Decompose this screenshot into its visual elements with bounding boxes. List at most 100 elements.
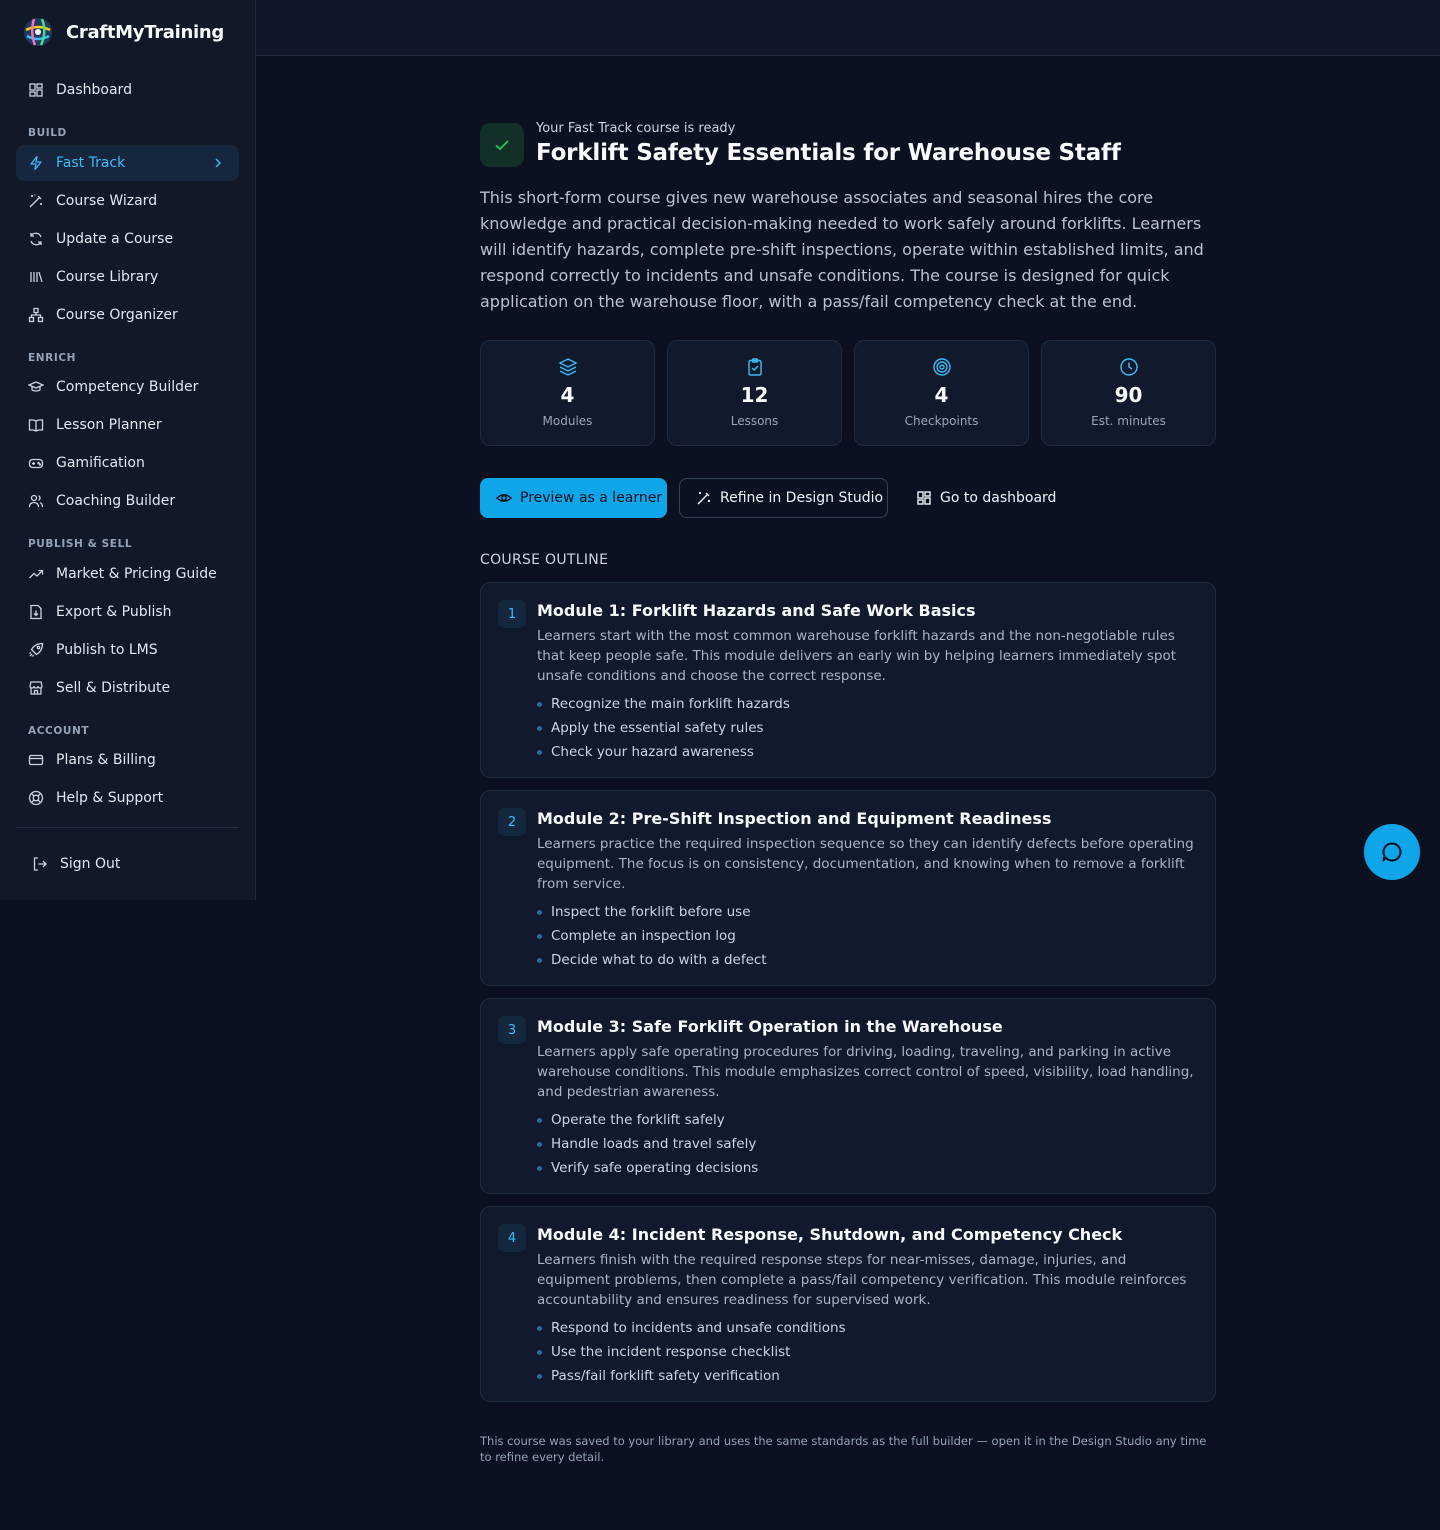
section-label-account: ACCOUNT — [28, 725, 90, 737]
sidebar-item-sell-distribute[interactable]: Sell & Distribute — [16, 670, 239, 706]
module-card[interactable]: 1 Module 1: Forklift Hazards and Safe Wo… — [480, 582, 1216, 778]
course-outline-label: COURSE OUTLINE — [480, 552, 609, 568]
log-out-icon — [32, 856, 48, 872]
stat-value: 90 — [1114, 383, 1143, 407]
magic-wand-icon — [28, 193, 44, 209]
sidebar-item-market-pricing[interactable]: Market & Pricing Guide — [16, 556, 239, 592]
lesson-item: Use the incident response checklist — [537, 1340, 846, 1364]
stat-value: 4 — [560, 383, 575, 407]
gamepad-icon — [28, 455, 44, 471]
grid-icon — [28, 82, 44, 98]
refine-design-studio-button[interactable]: Refine in Design Studio — [679, 478, 888, 518]
lesson-item: Operate the forklift safely — [537, 1108, 758, 1132]
sidebar-item-course-wizard[interactable]: Course Wizard — [16, 183, 239, 219]
sidebar-item-publish-lms[interactable]: Publish to LMS — [16, 632, 239, 668]
course-summary: This short-form course gives new warehou… — [480, 188, 1204, 311]
sidebar-item-help-support[interactable]: Help & Support — [16, 780, 239, 816]
eye-icon — [496, 494, 512, 502]
ready-subtitle: Your Fast Track course is ready — [536, 121, 736, 136]
rocket-icon — [28, 642, 44, 658]
lesson-item: Decide what to do with a defect — [537, 948, 767, 972]
sign-out-button[interactable]: Sign Out — [20, 846, 243, 882]
sidebar-item-plans-billing[interactable]: Plans & Billing — [16, 742, 239, 778]
footnote: This course was saved to your library an… — [480, 1434, 1207, 1464]
module-description: Learners apply safe operating procedures… — [537, 1044, 1194, 1100]
stat-label: Lessons — [730, 414, 779, 428]
module-card[interactable]: 3 Module 3: Safe Forklift Operation in t… — [480, 998, 1216, 1194]
sidebar-item-label: Coaching Builder — [56, 493, 176, 509]
stat-label: Modules — [542, 414, 593, 428]
stat-checkpoints: 4 Checkpoints — [854, 340, 1029, 446]
sidebar: CraftMyTraining Dashboard BUILD Fast Tra… — [0, 0, 256, 900]
sidebar-item-label: Fast Track — [56, 155, 126, 171]
sidebar-item-update-course[interactable]: Update a Course — [16, 221, 239, 257]
lesson-item: Pass/fail forklift safety verification — [537, 1364, 846, 1388]
store-icon — [28, 680, 44, 696]
module-title: Module 1: Forklift Hazards and Safe Work… — [537, 601, 976, 620]
clock-icon — [1120, 358, 1138, 376]
module-card[interactable]: 4 Module 4: Incident Response, Shutdown,… — [480, 1206, 1216, 1402]
layers-icon — [558, 358, 578, 376]
sidebar-item-label: Course Wizard — [56, 193, 158, 209]
sidebar-item-label: Course Library — [56, 269, 159, 285]
module-card[interactable]: 2 Module 2: Pre-Shift Inspection and Equ… — [480, 790, 1216, 986]
section-label-publish: PUBLISH & SELL — [28, 538, 133, 550]
module-title: Module 4: Incident Response, Shutdown, a… — [537, 1225, 1123, 1244]
sidebar-item-fast-track[interactable]: Fast Track — [16, 145, 239, 181]
sidebar-item-gamification[interactable]: Gamification — [16, 445, 239, 481]
module-title: Module 2: Pre-Shift Inspection and Equip… — [537, 809, 1052, 828]
lightning-icon — [28, 155, 44, 171]
sidebar-item-label: Publish to LMS — [56, 642, 158, 658]
module-number: 3 — [498, 1016, 526, 1044]
refresh-icon — [28, 231, 44, 247]
sidebar-item-label: Sell & Distribute — [56, 680, 171, 696]
lesson-list: Recognize the main forklift hazards Appl… — [537, 692, 790, 764]
module-description: Learners start with the most common ware… — [537, 628, 1177, 684]
preview-learner-button[interactable]: Preview as a learner — [480, 478, 667, 518]
stat-value: 4 — [934, 383, 949, 407]
module-description: Learners practice the required inspectio… — [537, 836, 1194, 892]
target-icon — [933, 358, 951, 376]
sidebar-item-label: Update a Course — [56, 231, 174, 247]
stat-minutes: 90 Est. minutes — [1041, 340, 1216, 446]
sidebar-item-export-publish[interactable]: Export & Publish — [16, 594, 239, 630]
lesson-item: Inspect the forklift before use — [537, 900, 767, 924]
sidebar-item-coaching-builder[interactable]: Coaching Builder — [16, 483, 239, 519]
sidebar-item-lesson-planner[interactable]: Lesson Planner — [16, 407, 239, 443]
section-label-build: BUILD — [28, 127, 67, 139]
book-open-icon — [28, 417, 44, 433]
sidebar-item-competency-builder[interactable]: Competency Builder — [16, 369, 239, 405]
hierarchy-icon — [28, 307, 44, 323]
trending-up-icon — [28, 566, 44, 582]
course-title: Forklift Safety Essentials for Warehouse… — [536, 140, 1121, 166]
stat-modules: 4 Modules — [480, 340, 655, 446]
top-bar — [256, 0, 1440, 56]
sidebar-item-course-library[interactable]: Course Library — [16, 259, 239, 295]
go-to-dashboard-button[interactable]: Go to dashboard — [900, 478, 1070, 518]
library-icon — [28, 269, 44, 285]
lesson-item: Handle loads and travel safely — [537, 1132, 758, 1156]
sidebar-item-dashboard[interactable]: Dashboard — [16, 72, 239, 108]
sidebar-item-label: Export & Publish — [56, 604, 172, 620]
magic-wand-icon — [697, 492, 710, 505]
sidebar-item-label: Lesson Planner — [56, 417, 162, 433]
lesson-item: Recognize the main forklift hazards — [537, 692, 790, 716]
lesson-item: Complete an inspection log — [537, 924, 767, 948]
graduation-cap-icon — [28, 379, 44, 395]
check-icon — [495, 140, 509, 151]
lesson-list: Respond to incidents and unsafe conditio… — [537, 1316, 846, 1388]
section-label-enrich: ENRICH — [28, 352, 77, 364]
refine-design-studio-label: Refine in Design Studio — [720, 490, 884, 506]
lesson-item: Respond to incidents and unsafe conditio… — [537, 1316, 846, 1340]
credit-card-icon — [28, 752, 44, 768]
lesson-item: Verify safe operating decisions — [537, 1156, 758, 1180]
chevron-right-icon — [215, 158, 221, 168]
sidebar-divider — [16, 827, 239, 828]
sidebar-item-course-organizer[interactable]: Course Organizer — [16, 297, 239, 333]
sidebar-item-label: Dashboard — [56, 82, 132, 98]
globe-logo-icon — [24, 18, 52, 46]
module-number: 2 — [498, 808, 526, 836]
brand[interactable]: CraftMyTraining — [22, 16, 224, 48]
users-icon — [28, 493, 44, 509]
chat-button[interactable] — [1364, 824, 1420, 880]
